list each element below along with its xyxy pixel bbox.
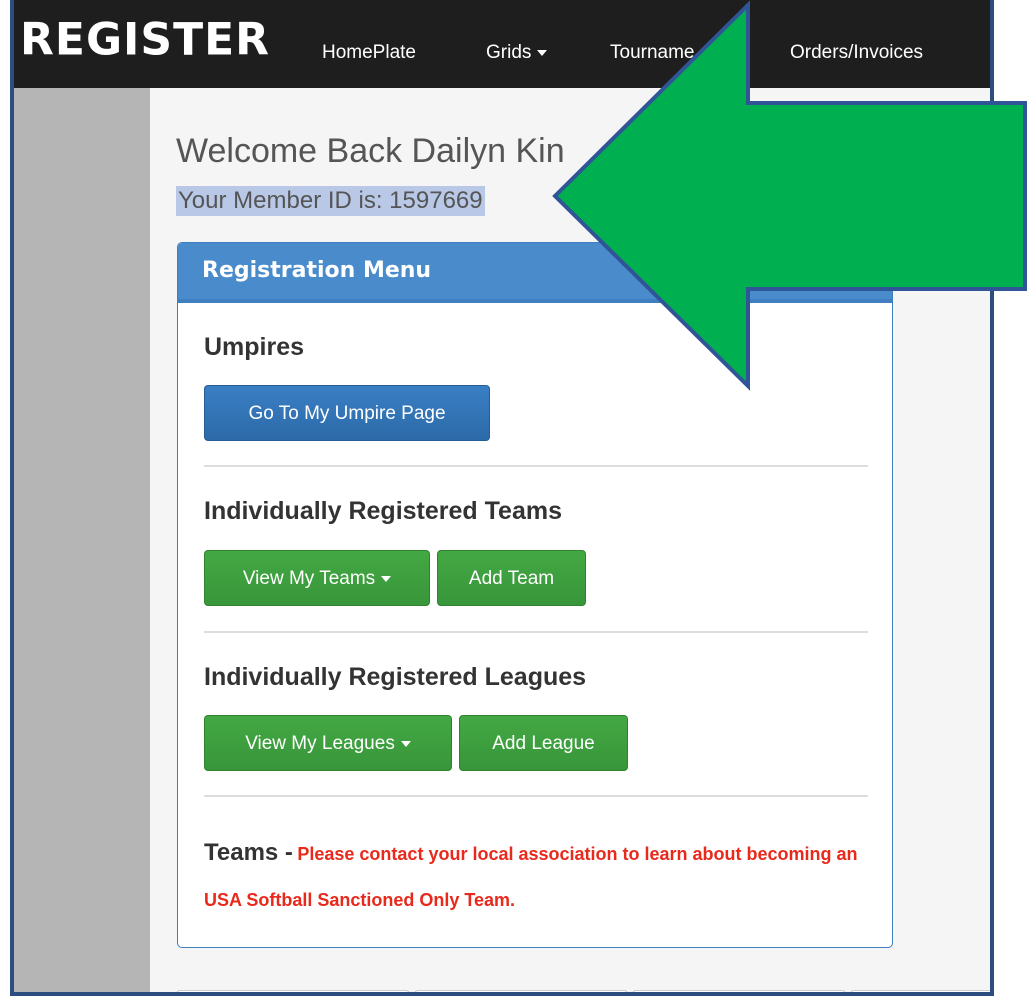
view-my-leagues-label: View My Leagues <box>245 733 395 754</box>
section-divider <box>204 465 868 467</box>
nav-grids-dropdown[interactable]: Grids <box>486 42 548 64</box>
caret-down-icon <box>537 49 548 56</box>
nav-orders-invoices[interactable]: Orders/Invoices <box>790 42 923 64</box>
registration-menu-panel: Registration Menu Umpires Go To My Umpir… <box>177 242 893 948</box>
nav-tournaments-label: Tourname <box>610 42 695 63</box>
member-id-text: Your Member ID is: 1597669 <box>176 186 485 216</box>
teams-note: Please contact your local association to… <box>204 844 858 910</box>
welcome-heading: Welcome Back Dailyn Kin <box>176 132 565 170</box>
section-divider <box>204 795 868 797</box>
view-my-teams-label: View My Teams <box>242 568 376 589</box>
browser-viewport: REGISTER HomePlate Grids Tourname Orders… <box>10 0 994 996</box>
brand-logo[interactable]: REGISTER <box>20 17 270 63</box>
bottom-tab[interactable] <box>414 990 628 992</box>
caret-down-icon <box>381 575 392 582</box>
top-navbar: REGISTER HomePlate Grids Tourname Orders… <box>14 0 990 88</box>
add-team-button[interactable]: Add Team <box>437 550 586 606</box>
section-divider <box>204 631 868 633</box>
umpires-title: Umpires <box>204 333 305 361</box>
nav-tournaments[interactable]: Tourname <box>610 42 695 64</box>
nav-homeplate[interactable]: HomePlate <box>322 42 416 64</box>
view-my-leagues-button[interactable]: View My Leagues <box>204 715 452 771</box>
nav-grids-label: Grids <box>486 42 532 63</box>
leagues-section-title: Individually Registered Leagues <box>204 663 587 691</box>
nav-orders-label: Orders/Invoices <box>790 42 924 63</box>
main-content: Welcome Back Dailyn Kin Your Member ID i… <box>150 88 990 992</box>
bottom-tab[interactable] <box>850 990 990 992</box>
nav-homeplate-label: HomePlate <box>322 42 416 63</box>
bottom-tab[interactable] <box>176 990 410 992</box>
umpire-page-button[interactable]: Go To My Umpire Page <box>204 385 490 441</box>
panel-title: Registration Menu <box>178 243 892 303</box>
view-my-teams-button[interactable]: View My Teams <box>204 550 430 606</box>
add-league-button[interactable]: Add League <box>459 715 628 771</box>
teams-section-title: Individually Registered Teams <box>204 497 562 525</box>
teams-label: Teams - <box>204 839 293 866</box>
left-sidebar <box>14 88 150 992</box>
bottom-tab[interactable] <box>632 990 846 992</box>
sanctioned-teams-notice: Teams - Please contact your local associ… <box>204 831 864 924</box>
caret-down-icon <box>400 740 411 747</box>
